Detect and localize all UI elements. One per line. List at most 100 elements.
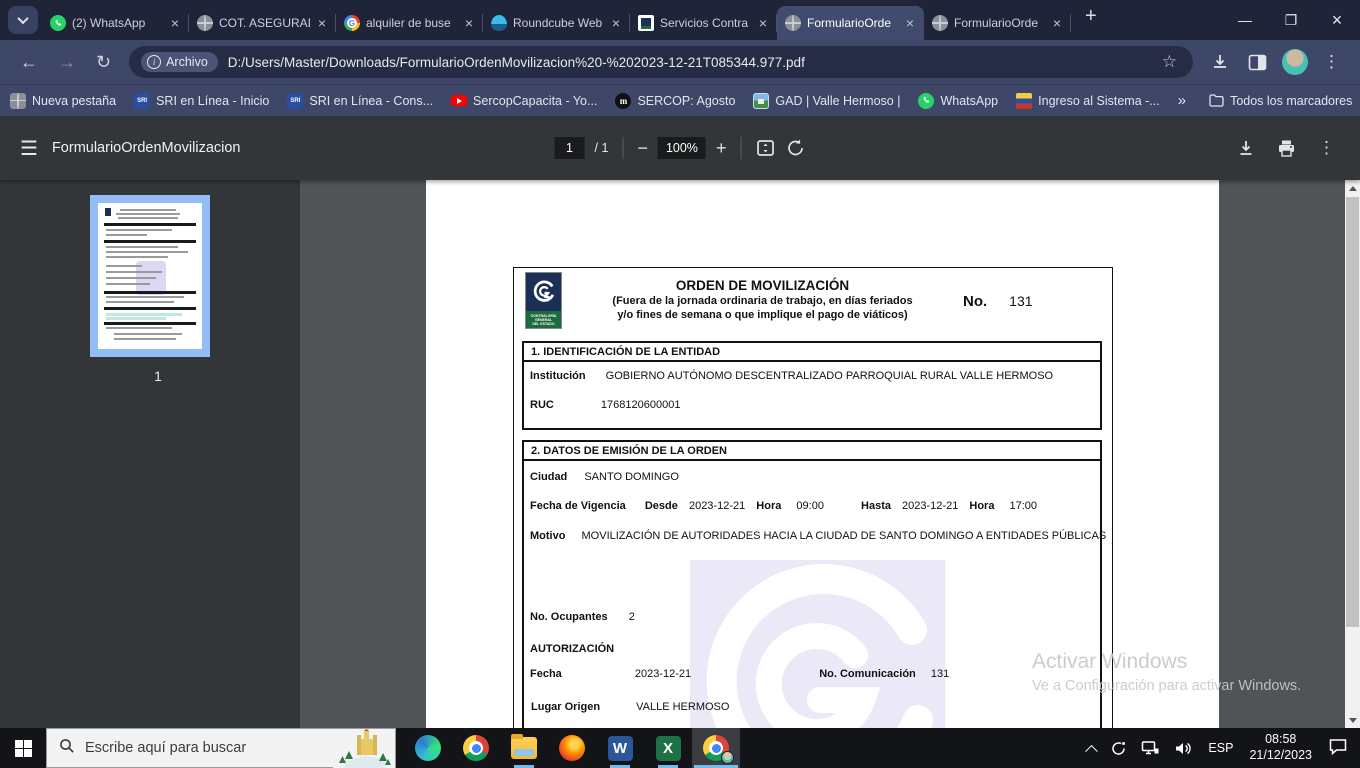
tab-cot-asegurad[interactable]: COT. ASEGURAD × <box>189 6 336 40</box>
chip-label: Archivo <box>166 55 208 69</box>
close-icon[interactable]: × <box>463 15 475 31</box>
action-center-icon[interactable] <box>1320 737 1360 760</box>
close-icon[interactable]: × <box>316 15 328 31</box>
firefox-icon <box>559 735 585 761</box>
taskbar-excel[interactable]: X <box>644 728 692 768</box>
url-text: D:/Users/Master/Downloads/FormularioOrde… <box>227 54 805 70</box>
close-icon[interactable]: × <box>169 15 181 31</box>
tray-chevron-up-icon[interactable] <box>1080 728 1103 768</box>
tab-label: COT. ASEGURAD <box>219 16 310 30</box>
sri-icon: SRI <box>134 92 151 109</box>
taskbar-file-explorer[interactable] <box>500 728 548 768</box>
bookmark-sercopcapacita[interactable]: SercopCapacita - Yo... <box>451 94 597 108</box>
pdf-controls: 1 / 1 − 100% + <box>554 137 806 159</box>
bookmark-sri-consultas[interactable]: SRI SRI en Línea - Cons... <box>287 92 433 109</box>
tab-servicios-contratacion[interactable]: Servicios Contra × <box>630 6 777 40</box>
download-icon[interactable] <box>1237 139 1255 157</box>
bookmark-label: SercopCapacita - Yo... <box>473 93 598 108</box>
pdf-title: FormularioOrdenMovilizacion <box>51 140 241 156</box>
sri-icon: SRI <box>287 92 304 109</box>
zoom-in-button[interactable]: + <box>716 138 727 159</box>
bookmark-sri-inicio[interactable]: SRI SRI en Línea - Inicio <box>134 92 269 109</box>
origen-row: Lugar Origen VALLE HERMOSO <box>531 701 730 713</box>
vigencia-row: Fecha de Vigencia Desde 2023-12-21 Hora … <box>530 500 1038 512</box>
cge-logo: CONTRALORÍA GENERAL DEL ESTADO <box>525 272 562 329</box>
close-icon[interactable]: × <box>904 15 916 31</box>
taskbar-clock[interactable]: 08:58 21/12/2023 <box>1241 732 1320 763</box>
vertical-scrollbar[interactable] <box>1345 180 1360 728</box>
profile-avatar[interactable] <box>1282 49 1308 75</box>
ruc-row: RUC 1768120600001 <box>530 399 681 411</box>
tab-label: (2) WhatsApp <box>72 16 146 30</box>
file-scheme-chip[interactable]: i Archivo <box>141 52 218 72</box>
whatsapp-icon <box>918 92 935 109</box>
close-window-button[interactable]: × <box>1314 0 1360 40</box>
maximize-button[interactable]: ❐ <box>1268 0 1314 40</box>
rotate-icon[interactable] <box>785 138 805 158</box>
screen: (2) WhatsApp × COT. ASEGURAD × G alquile… <box>0 0 1360 768</box>
sercop-icon: m <box>615 92 632 109</box>
chrome-icon <box>463 735 489 761</box>
tab-label: Servicios Contra <box>660 16 749 30</box>
download-tray-icon[interactable] <box>1201 52 1239 72</box>
fit-page-icon[interactable] <box>755 138 775 158</box>
back-button[interactable]: ← <box>10 52 48 73</box>
taskbar-firefox[interactable] <box>548 728 596 768</box>
pdf-menu-icon[interactable]: ⋮ <box>1318 138 1336 158</box>
all-bookmarks-button[interactable]: Todos los marcadores <box>1208 93 1352 109</box>
globe-icon <box>10 92 26 109</box>
tab-search-button[interactable] <box>8 6 38 34</box>
toolbar-divider <box>740 137 742 159</box>
search-seasonal-graphic[interactable] <box>333 729 395 768</box>
print-icon[interactable] <box>1277 139 1296 158</box>
close-icon[interactable]: × <box>757 15 769 31</box>
crest-icon <box>1016 92 1033 109</box>
zoom-out-button[interactable]: − <box>637 138 648 159</box>
tab-roundcube[interactable]: Roundcube Web × <box>483 6 630 40</box>
taskbar-chrome-active[interactable] <box>692 728 740 768</box>
bookmark-star-icon[interactable]: ☆ <box>1158 52 1181 72</box>
menu-icon[interactable]: ☰ <box>0 136 52 161</box>
tray-volume-icon[interactable] <box>1167 728 1200 768</box>
scroll-up-arrow[interactable] <box>1345 180 1360 196</box>
tab-formulario-active[interactable]: FormularioOrde × <box>777 6 924 40</box>
pdf-toolbar-right: ⋮ <box>1237 138 1360 158</box>
number-label: No. <box>963 293 988 310</box>
taskbar-search[interactable]: Escribe aquí para buscar <box>46 728 396 768</box>
bookmarks-overflow-chevron[interactable]: » <box>1178 92 1186 109</box>
tab-label: FormularioOrde <box>807 16 892 30</box>
bookmark-whatsapp[interactable]: WhatsApp <box>918 92 998 109</box>
minimize-button[interactable]: — <box>1222 0 1268 40</box>
start-button[interactable] <box>0 728 46 768</box>
new-tab-button[interactable]: + <box>1079 5 1103 28</box>
tray-sync-icon[interactable] <box>1103 728 1134 768</box>
tab-whatsapp[interactable]: (2) WhatsApp × <box>42 6 189 40</box>
close-icon[interactable]: × <box>610 15 622 31</box>
address-bar[interactable]: i Archivo D:/Users/Master/Downloads/Form… <box>129 46 1193 78</box>
bookmark-gad-valle-hermoso[interactable]: GAD | Valle Hermoso | <box>753 92 900 109</box>
zoom-level[interactable]: 100% <box>657 137 706 159</box>
page-thumbnail[interactable] <box>90 195 210 357</box>
roundcube-icon <box>491 15 507 31</box>
bookmark-sercop-agosto[interactable]: m SERCOP: Agosto <box>615 92 735 109</box>
tab-formulario-2[interactable]: FormularioOrde × <box>924 6 1071 40</box>
forward-button[interactable]: → <box>48 52 86 73</box>
close-icon[interactable]: × <box>1051 15 1063 31</box>
form-subtitle: y/o fines de semana o que implique el pa… <box>617 308 908 321</box>
tab-label: alquiler de buse <box>366 16 451 30</box>
bookmark-nueva-pestana[interactable]: Nueva pestaña <box>10 92 116 109</box>
taskbar-word[interactable]: W <box>596 728 644 768</box>
browser-menu-icon[interactable]: ⋮ <box>1314 52 1350 72</box>
tab-alquiler-buses[interactable]: G alquiler de buse × <box>336 6 483 40</box>
scroll-down-arrow[interactable] <box>1345 712 1360 728</box>
taskbar-chrome[interactable] <box>452 728 500 768</box>
language-indicator[interactable]: ESP <box>1200 741 1241 755</box>
windows-logo-icon <box>14 739 32 757</box>
tray-network-icon[interactable] <box>1134 728 1167 768</box>
bookmark-ingreso-sistema[interactable]: Ingreso al Sistema -... <box>1016 92 1160 109</box>
page-number-input[interactable]: 1 <box>554 137 585 159</box>
reload-button[interactable]: ↻ <box>86 52 121 73</box>
side-panel-icon[interactable] <box>1239 53 1276 72</box>
scrollbar-thumb[interactable] <box>1346 197 1359 627</box>
taskbar-edge[interactable] <box>404 728 452 768</box>
